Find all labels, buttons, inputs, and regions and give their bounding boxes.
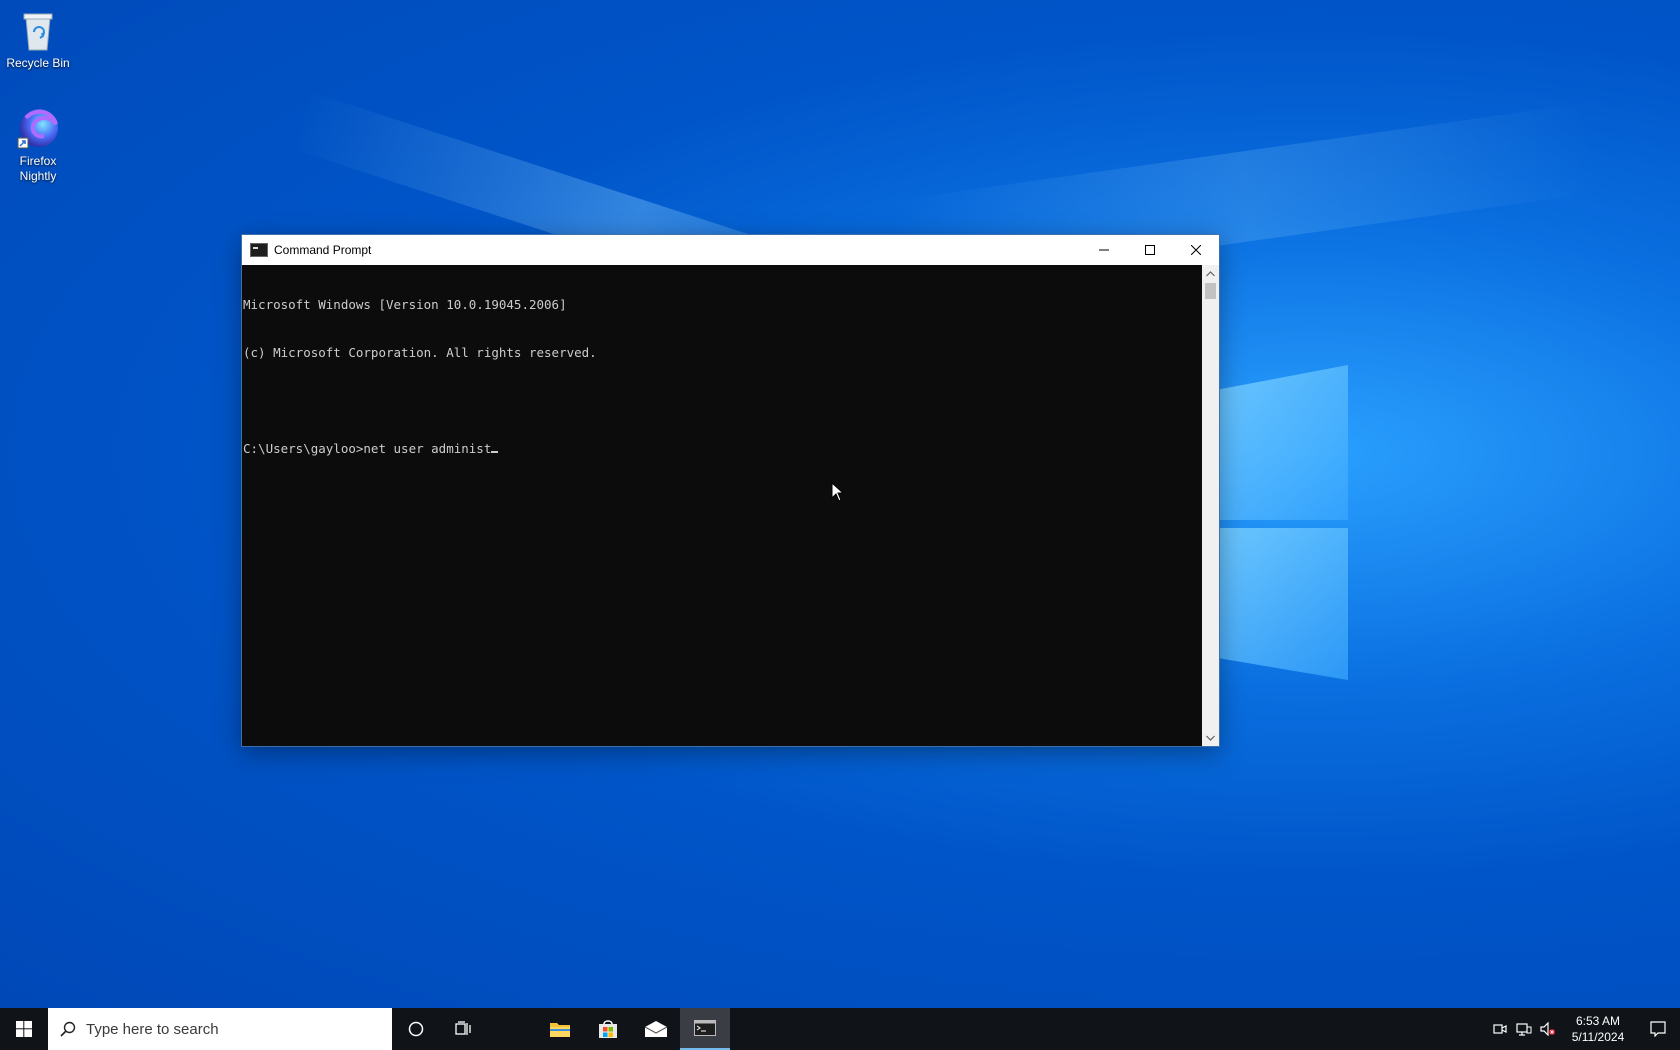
volume-muted-icon [1540,1022,1555,1036]
system-tray: 6:53 AM 5/11/2024 [1488,1008,1680,1050]
command-prompt-window[interactable]: Command Prompt Microsoft Windows [Versio… [241,234,1220,747]
task-view-icon [455,1021,471,1035]
maximize-button[interactable] [1127,235,1173,265]
maximize-icon [1145,245,1155,255]
search-icon [60,1021,76,1037]
taskbar-search-box[interactable]: Type here to search [48,1008,392,1050]
chevron-down-icon [1206,735,1215,741]
window-title: Command Prompt [274,243,372,257]
tray-meet-now[interactable] [1488,1008,1512,1050]
action-center-button[interactable] [1636,1008,1680,1050]
taskbar-clock[interactable]: 6:53 AM 5/11/2024 [1560,1013,1636,1045]
console-line: Microsoft Windows [Version 10.0.19045.20… [243,297,567,312]
console-line: (c) Microsoft Corporation. All rights re… [243,345,597,360]
close-button[interactable] [1173,235,1219,265]
tray-volume[interactable] [1536,1008,1560,1050]
desktop-icon-recycle-bin[interactable]: Recycle Bin [0,10,76,71]
camera-icon [1493,1024,1507,1034]
taskbar: Type here to search 6:53 AM 5/11/2024 [0,1008,1680,1050]
taskbar-app-microsoft-store[interactable] [584,1008,632,1050]
start-button[interactable] [0,1008,48,1050]
folder-icon [550,1023,570,1037]
cortana-circle-icon [408,1021,424,1037]
desktop-background: Recycle Bin Firefox Nightly Command Prom… [0,0,1680,1008]
taskbar-app-command-prompt[interactable] [680,1008,730,1050]
clock-date: 5/11/2024 [1571,1030,1625,1044]
scroll-down-button[interactable] [1202,729,1219,746]
console-input-line[interactable]: C:\Users\gayloo>net user administ [243,441,1203,457]
console-prompt-text: C:\Users\gayloo>net user administ [243,441,492,456]
cortana-button[interactable] [392,1008,440,1050]
tray-network[interactable] [1512,1008,1536,1050]
windows-logo-wallpaper [1200,365,1348,680]
vertical-scrollbar[interactable] [1202,265,1219,746]
recycle-bin-icon [20,10,56,52]
window-controls [1081,235,1219,265]
mail-icon [644,1021,668,1037]
minimize-icon [1099,249,1109,251]
scroll-up-button[interactable] [1202,265,1219,282]
search-placeholder: Type here to search [86,1020,219,1038]
task-view-button[interactable] [440,1008,488,1050]
notification-icon [1650,1021,1666,1037]
text-cursor [491,451,499,453]
desktop-icon-firefox-nightly[interactable]: Firefox Nightly [0,104,76,184]
clock-time: 6:53 AM [1575,1014,1621,1028]
console-output[interactable]: Microsoft Windows [Version 10.0.19045.20… [242,265,1204,746]
network-icon [1516,1023,1532,1036]
store-icon [599,1020,617,1038]
desktop-icon-label: Firefox Nightly [19,154,57,183]
scrollbar-thumb[interactable] [1205,283,1216,299]
minimize-button[interactable] [1081,235,1127,265]
cmd-icon [250,243,268,257]
taskbar-app-file-explorer[interactable] [536,1008,584,1050]
chevron-up-icon [1206,270,1215,276]
mouse-pointer-icon [831,482,845,502]
close-icon [1191,245,1201,255]
window-titlebar[interactable]: Command Prompt [242,235,1219,265]
desktop-icon-label: Recycle Bin [6,56,70,70]
windows-start-icon [16,1021,32,1037]
cmd-icon [694,1020,716,1036]
taskbar-app-mail[interactable] [632,1008,680,1050]
firefox-nightly-icon [16,104,60,150]
